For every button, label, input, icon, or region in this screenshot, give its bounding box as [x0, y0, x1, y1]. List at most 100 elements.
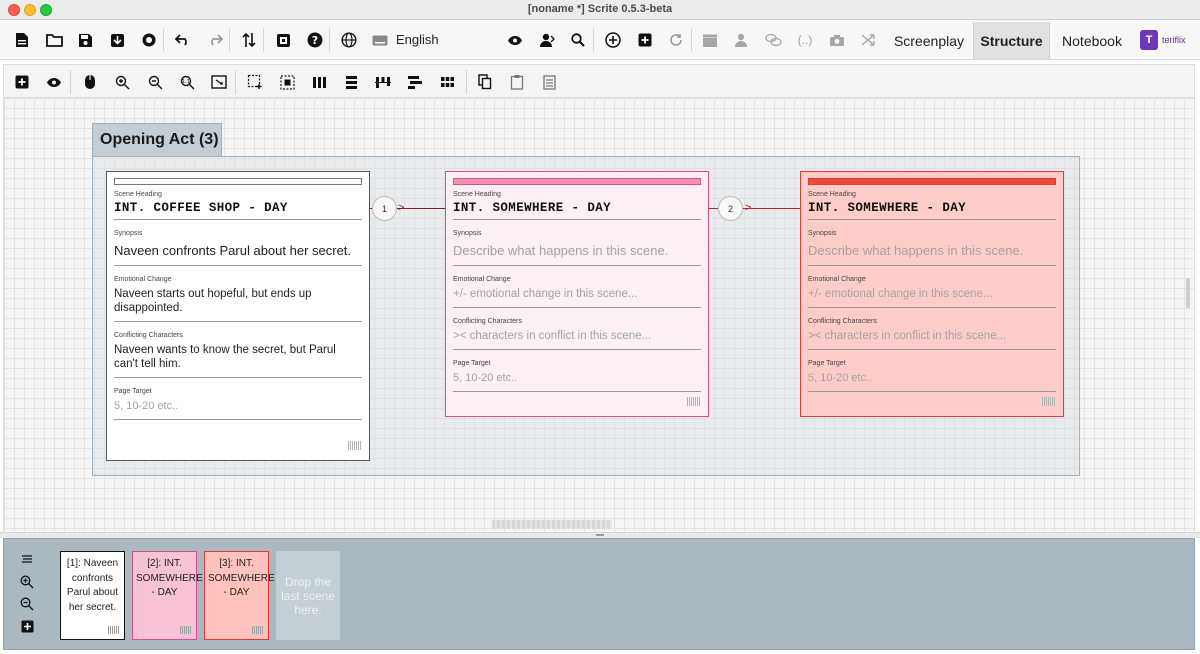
timeline-scene-card[interactable]: [2]: INT. SOMEWHERE - DAY: [132, 551, 203, 640]
emotional-change-field[interactable]: Emotional Change Naveen starts out hopef…: [114, 266, 362, 322]
zoom-one-icon[interactable]: 1:1: [177, 72, 197, 92]
page-target-text[interactable]: 5, 10-20 etc..: [453, 371, 701, 385]
timeline-scene-card[interactable]: [1]: Naveen confronts Parul about her se…: [60, 551, 125, 640]
timeline-drop-zone[interactable]: Drop the last scene here.: [276, 551, 340, 640]
preview-icon[interactable]: [44, 72, 64, 92]
zoom-in-icon[interactable]: [112, 72, 132, 92]
scene-heading[interactable]: INT. SOMEWHERE - DAY: [808, 201, 1056, 220]
select-all-icon[interactable]: [277, 72, 297, 92]
help-icon[interactable]: ?: [305, 30, 325, 50]
teriflix-logo[interactable]: T teriflix: [1140, 29, 1196, 51]
scene-heading[interactable]: INT. SOMEWHERE - DAY: [453, 201, 701, 220]
characters-icon[interactable]: [731, 30, 751, 50]
synopsis-field[interactable]: Synopsis Describe what happens in this s…: [808, 220, 1056, 266]
search-icon[interactable]: [568, 30, 588, 50]
grid-icon[interactable]: [437, 72, 457, 92]
conflicting-characters-field[interactable]: Conflicting Characters >< characters in …: [453, 308, 701, 350]
notes-icon[interactable]: [539, 72, 559, 92]
add-icon[interactable]: [18, 617, 36, 635]
page-target-text[interactable]: 5, 10-20 etc..: [114, 399, 362, 413]
undo-icon[interactable]: [173, 30, 193, 50]
scene-card[interactable]: Scene Heading INT. SOMEWHERE - DAY Synop…: [445, 171, 709, 417]
tab-structure[interactable]: Structure: [973, 22, 1050, 59]
shortcuts-icon[interactable]: [273, 30, 293, 50]
page-target-field[interactable]: Page Target 5, 10-20 etc..: [114, 378, 362, 420]
add-icon[interactable]: [635, 30, 655, 50]
list-icon[interactable]: [18, 551, 36, 569]
timeline-scene-card[interactable]: [3]: INT. SOMEWHERE - DAY: [204, 551, 275, 640]
clapperboard-icon[interactable]: [700, 30, 720, 50]
emotional-change-text[interactable]: +/- emotional change in this scene...: [453, 287, 701, 301]
fit-icon[interactable]: [209, 72, 229, 92]
scene-heading-label: Scene Heading: [453, 191, 501, 198]
conflicting-characters-text[interactable]: >< characters in conflict in this scene.…: [453, 329, 701, 343]
export-icon[interactable]: [107, 30, 127, 50]
synopsis-text[interactable]: Naveen confronts Parul about her secret.: [114, 242, 362, 259]
emotional-change-text[interactable]: +/- emotional change in this scene...: [808, 287, 1056, 301]
eye-icon[interactable]: [505, 30, 525, 50]
align-top-icon[interactable]: [373, 72, 393, 92]
copy-icon[interactable]: [475, 72, 495, 92]
shuffle-icon[interactable]: [858, 30, 878, 50]
distribute-horizontal-icon[interactable]: [309, 72, 329, 92]
emotional-change-text[interactable]: Naveen starts out hopeful, but ends up d…: [114, 287, 362, 315]
conflicting-characters-field[interactable]: Conflicting Characters Naveen wants to k…: [114, 322, 362, 378]
synopsis-field[interactable]: Synopsis Naveen confronts Parul about he…: [114, 220, 362, 266]
barcode-icon: [348, 441, 361, 450]
add-scene-icon[interactable]: [603, 30, 623, 50]
paste-icon[interactable]: [507, 72, 527, 92]
camera-icon[interactable]: [827, 30, 847, 50]
horizontal-scrollbar[interactable]: [492, 520, 612, 529]
scene-color-bar: [114, 178, 362, 185]
page-target-field[interactable]: Page Target 5, 10-20 etc..: [453, 350, 701, 392]
align-left-icon[interactable]: [405, 72, 425, 92]
page-target-label: Page Target: [114, 388, 152, 395]
conflicting-characters-text[interactable]: >< characters in conflict in this scene.…: [808, 329, 1056, 343]
mouse-icon[interactable]: [80, 72, 100, 92]
new-file-icon[interactable]: [12, 30, 32, 50]
scene-card[interactable]: Scene Heading INT. SOMEWHERE - DAY Synop…: [800, 171, 1064, 417]
emotional-change-field[interactable]: Emotional Change +/- emotional change in…: [453, 266, 701, 308]
conflicting-characters-text[interactable]: Naveen wants to know the secret, but Par…: [114, 343, 362, 371]
synopsis-field[interactable]: Synopsis Describe what happens in this s…: [453, 220, 701, 266]
synopsis-text[interactable]: Describe what happens in this scene.: [808, 242, 1056, 259]
zoom-out-icon[interactable]: [18, 595, 36, 613]
scene-card[interactable]: Scene Heading INT. COFFEE SHOP - DAY Syn…: [106, 171, 370, 461]
scene-color-bar: [453, 178, 701, 185]
emotional-change-field[interactable]: Emotional Change +/- emotional change in…: [808, 266, 1056, 308]
award-icon[interactable]: [139, 30, 159, 50]
distribute-vertical-icon[interactable]: [341, 72, 361, 92]
add-scene-icon[interactable]: [12, 72, 32, 92]
scene-heading[interactable]: INT. COFFEE SHOP - DAY: [114, 201, 362, 220]
barcode-icon: [687, 397, 700, 406]
synopsis-text[interactable]: Describe what happens in this scene.: [453, 242, 701, 259]
page-target-label: Page Target: [453, 360, 491, 367]
connector-label[interactable]: 2: [718, 196, 743, 221]
conflicting-characters-field[interactable]: Conflicting Characters >< characters in …: [808, 308, 1056, 350]
side-panel-handle[interactable]: [1186, 278, 1190, 308]
connector-label[interactable]: 1: [372, 196, 397, 221]
act-title[interactable]: Opening Act (3): [92, 123, 222, 156]
save-icon[interactable]: [75, 30, 95, 50]
page-target-field[interactable]: Page Target 5, 10-20 etc..: [808, 350, 1056, 392]
timeline-scene-text: [3]: INT. SOMEWHERE - DAY: [208, 558, 275, 598]
globe-icon[interactable]: [339, 30, 359, 50]
page-target-text[interactable]: 5, 10-20 etc..: [808, 371, 1056, 385]
redo-icon[interactable]: [205, 30, 225, 50]
sort-icon[interactable]: [239, 30, 259, 50]
barcode-icon: [1042, 397, 1055, 406]
tab-notebook[interactable]: Notebook: [1052, 22, 1132, 59]
structure-canvas[interactable]: Opening Act (3) 1 > 2 > Scene Heading IN…: [3, 98, 1195, 532]
parentheses-icon[interactable]: (..): [795, 30, 815, 50]
character-icon[interactable]: [537, 30, 557, 50]
zoom-out-icon[interactable]: [145, 72, 165, 92]
tab-screenplay[interactable]: Screenplay: [886, 22, 972, 59]
language-label[interactable]: English: [396, 32, 439, 47]
select-icon[interactable]: [245, 72, 265, 92]
comments-icon[interactable]: [763, 30, 783, 50]
emotional-change-label: Emotional Change: [453, 276, 511, 283]
keyboard-icon[interactable]: [370, 30, 390, 50]
refresh-icon[interactable]: [666, 30, 686, 50]
open-folder-icon[interactable]: [44, 30, 64, 50]
zoom-in-icon[interactable]: [18, 573, 36, 591]
